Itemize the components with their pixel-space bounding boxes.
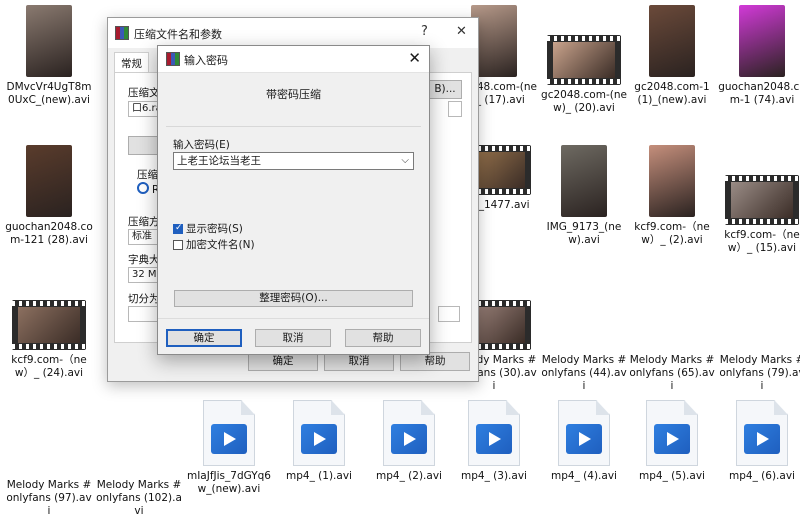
file-name: mp4_ (1).avi xyxy=(286,470,352,482)
video-thumbnail xyxy=(12,300,86,350)
video-file-icon xyxy=(646,400,698,466)
archive-dialog-title: 压缩文件名和参数 xyxy=(134,28,222,41)
radio-on-icon xyxy=(137,182,149,194)
split-label: 切分为 xyxy=(128,293,160,305)
file-name: mIaJfJis_7dGYq6w_(new).avi xyxy=(186,470,271,495)
file-item[interactable]: Melody Marks #onlyfans (102).avi xyxy=(95,475,183,518)
video-file-icon xyxy=(293,400,345,466)
tab-general[interactable]: 常规 xyxy=(114,52,149,74)
browse-button[interactable]: B)... xyxy=(428,80,462,99)
file-name: mp4_ (4).avi xyxy=(551,470,617,482)
encrypt-filenames-checkbox[interactable]: 加密文件名(N) xyxy=(173,237,255,252)
format-label: 压缩 xyxy=(137,169,158,181)
video-file-icon xyxy=(383,400,435,466)
file-item[interactable]: mp4_ (6).avi xyxy=(718,400,800,483)
file-name: mp4_ (6).avi xyxy=(729,470,795,482)
encrypt-filenames-label: 加密文件名(N) xyxy=(186,239,255,251)
archive-dialog-titlebar: 压缩文件名和参数 ? ✕ xyxy=(108,18,478,48)
video-thumbnail xyxy=(725,175,799,225)
show-password-label: 显示密码(S) xyxy=(186,223,243,235)
split-unit-dropdown[interactable] xyxy=(438,306,460,322)
file-item[interactable]: Melody Marks #onlyfans (65).avi xyxy=(628,350,716,393)
file-name: guochan2048.com-1 (74).avi xyxy=(718,81,800,106)
password-ok-button[interactable]: 确定 xyxy=(166,329,242,347)
file-item[interactable]: IMG_9173_(new).avi xyxy=(540,145,628,247)
file-item[interactable]: DMvcVr4UgT8m0UxC_(new).avi xyxy=(5,5,93,107)
file-item[interactable]: kcf9.com-（new）_ (24).avi xyxy=(5,300,93,380)
file-item[interactable]: mp4_ (2).avi xyxy=(365,400,453,483)
file-item[interactable]: kcf9.com-（new）_ (2).avi xyxy=(628,145,716,247)
show-password-checkbox[interactable]: 显示密码(S) xyxy=(173,221,243,236)
method-label: 压缩方 xyxy=(128,216,160,228)
file-name: mp4_ (5).avi xyxy=(639,470,705,482)
file-item[interactable]: Melody Marks #onlyfans (97).avi xyxy=(5,475,93,518)
update-mode-dropdown[interactable] xyxy=(448,101,462,117)
archive-name-label: 压缩文 xyxy=(128,87,160,99)
password-value: 上老王论坛当老王 xyxy=(177,155,261,167)
file-name: IMG_9173_(new).avi xyxy=(546,221,622,246)
password-help-button[interactable]: 帮助 xyxy=(345,329,421,347)
help-icon[interactable]: ? xyxy=(421,24,428,39)
password-dialog-heading: 带密码压缩 xyxy=(266,88,321,101)
dict-label: 字典大 xyxy=(128,254,160,266)
password-cancel-button[interactable]: 取消 xyxy=(255,329,331,347)
close-icon[interactable]: ✕ xyxy=(408,49,421,67)
password-dialog-title: 输入密码 xyxy=(184,54,228,67)
enter-password-label: 输入密码(E) xyxy=(173,139,230,151)
file-name: Melody Marks #onlyfans (65).avi xyxy=(629,354,715,392)
file-name: Melody Marks #onlyfans (97).avi xyxy=(6,479,92,517)
file-thumbnail xyxy=(649,5,695,77)
file-item[interactable]: guochan2048.com-1 (74).avi xyxy=(718,5,800,107)
password-input[interactable]: 上老王论坛当老王 ⌵ xyxy=(173,152,414,170)
organize-passwords-button[interactable]: 整理密码(O)... xyxy=(174,290,413,307)
file-name: DMvcVr4UgT8m0UxC_(new).avi xyxy=(6,81,92,106)
close-icon[interactable]: ✕ xyxy=(456,24,467,39)
winrar-icon xyxy=(115,26,129,40)
file-name: kcf9.com-（new）_ (24).avi xyxy=(11,354,87,379)
file-name: Melody Marks #onlyfans (79).avi xyxy=(719,354,800,392)
file-item[interactable]: mIaJfJis_7dGYq6w_(new).avi xyxy=(185,400,273,496)
password-dialog-titlebar: 输入密码 ✕ xyxy=(158,46,429,73)
video-file-icon xyxy=(468,400,520,466)
video-file-icon xyxy=(558,400,610,466)
file-name: kcf9.com-（new）_ (2).avi xyxy=(634,221,710,246)
video-thumbnail xyxy=(547,35,621,85)
file-name: gc2048.com-(new)_ (20).avi xyxy=(541,89,627,114)
file-item[interactable]: Melody Marks #onlyfans (44).avi xyxy=(540,350,628,393)
file-name: mp4_ (3).avi xyxy=(461,470,527,482)
file-item[interactable]: Melody Marks #onlyfans (79).avi xyxy=(718,350,800,393)
file-item[interactable]: mp4_ (4).avi xyxy=(540,400,628,483)
file-item[interactable]: guochan2048.com-121 (28).avi xyxy=(5,145,93,247)
file-item[interactable]: mp4_ (5).avi xyxy=(628,400,716,483)
file-name: kcf9.com-（new）_ (15).avi xyxy=(724,229,800,254)
file-name: Melody Marks #onlyfans (44).avi xyxy=(541,354,627,392)
file-item[interactable]: gc2048.com-1 (1)_(new).avi xyxy=(628,5,716,107)
file-name: guochan2048.com-121 (28).avi xyxy=(5,221,93,246)
checkbox-unchecked-icon xyxy=(173,239,183,250)
password-dialog: 输入密码 ✕ 带密码压缩 输入密码(E) 上老王论坛当老王 ⌵ 显示密码(S) … xyxy=(157,45,430,355)
checkbox-checked-icon xyxy=(173,223,183,234)
chevron-down-icon[interactable]: ⌵ xyxy=(401,153,409,169)
file-thumbnail xyxy=(26,5,72,77)
file-name: Melody Marks #onlyfans (102).avi xyxy=(96,479,182,517)
file-thumbnail xyxy=(739,5,785,77)
file-thumbnail xyxy=(26,145,72,217)
divider xyxy=(166,126,421,127)
divider xyxy=(158,318,429,319)
file-item[interactable]: gc2048.com-(new)_ (20).avi xyxy=(540,35,628,115)
file-item[interactable]: mp4_ (3).avi xyxy=(450,400,538,483)
file-name: gc2048.com-1 (1)_(new).avi xyxy=(634,81,710,106)
file-name: mp4_ (2).avi xyxy=(376,470,442,482)
video-file-icon xyxy=(736,400,788,466)
file-item[interactable]: kcf9.com-（new）_ (15).avi xyxy=(718,175,800,255)
file-thumbnail xyxy=(649,145,695,217)
file-thumbnail xyxy=(561,145,607,217)
winrar-icon xyxy=(166,52,180,66)
file-item[interactable]: mp4_ (1).avi xyxy=(275,400,363,483)
video-file-icon xyxy=(203,400,255,466)
